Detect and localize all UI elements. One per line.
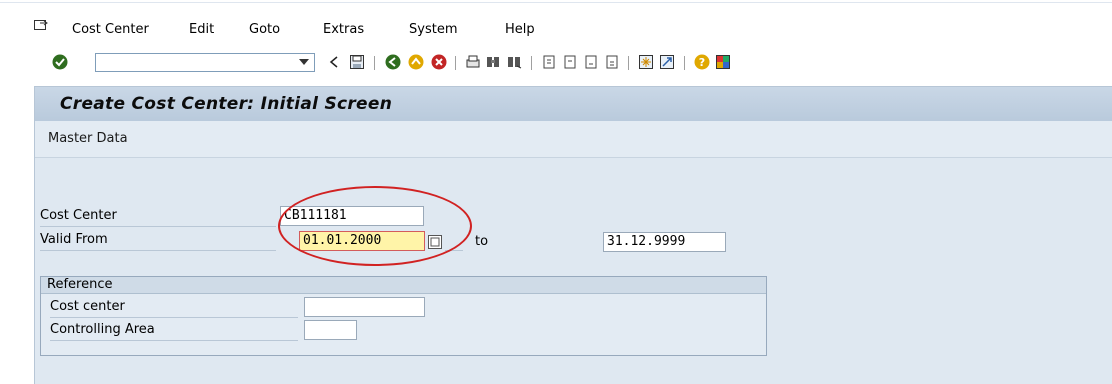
toolbar-divider	[531, 56, 532, 70]
find-next-icon[interactable]	[506, 54, 522, 70]
master-data-button[interactable]: Master Data	[48, 131, 128, 146]
menu-cost-center-label: Cost Center	[72, 22, 149, 37]
toolbar-divider	[684, 56, 685, 70]
menu-goto-label: Goto	[249, 22, 281, 37]
ref-cost-center-label: Cost center	[50, 299, 125, 314]
application-toolbar: Master Data	[35, 121, 1112, 158]
shortcut-icon[interactable]	[659, 54, 675, 70]
menu-edit-label: Edit	[189, 22, 215, 37]
menu-extras-label: Extras	[323, 22, 365, 37]
controlling-area-input[interactable]	[304, 320, 357, 340]
standard-toolbar: ?	[34, 46, 1112, 78]
command-field[interactable]	[95, 53, 315, 72]
chevron-down-icon[interactable]	[299, 59, 309, 65]
menu-cost-center[interactable]: Cost Center	[72, 22, 149, 37]
valid-from-input[interactable]: 01.01.2000	[299, 231, 425, 251]
toolbar-divider	[628, 56, 629, 70]
title-bar: Create Cost Center: Initial Screen	[35, 87, 1112, 121]
screen-area: Create Cost Center: Initial Screen Maste…	[34, 86, 1112, 384]
row-underline	[40, 226, 276, 227]
page-title: Create Cost Center: Initial Screen	[60, 94, 393, 114]
menu-extras[interactable]: Extras	[323, 22, 364, 37]
previous-page-icon[interactable]	[562, 54, 578, 70]
find-icon[interactable]	[485, 54, 501, 70]
reference-group-header: Reference	[41, 277, 766, 294]
ref-cost-center-input[interactable]	[304, 297, 425, 317]
menu-goto[interactable]: Goto	[249, 22, 280, 37]
menu-system[interactable]: System	[409, 22, 457, 37]
menu-bar: Cost Center Edit Goto Extras System Help	[0, 0, 1112, 44]
print-icon[interactable]	[465, 54, 481, 70]
exit-icon[interactable]	[34, 20, 48, 32]
valid-to-input[interactable]: 31.12.9999	[603, 232, 726, 252]
row-underline	[50, 340, 298, 341]
row-underline	[445, 250, 463, 251]
menu-system-label: System	[409, 22, 458, 37]
command-input[interactable]	[96, 54, 292, 71]
toolbar-divider	[374, 56, 375, 70]
exit-icon[interactable]	[408, 54, 424, 70]
cost-center-label: Cost Center	[40, 208, 117, 223]
svg-text:?: ?	[699, 56, 705, 69]
row-underline	[50, 317, 298, 318]
top-divider	[0, 2, 1112, 3]
valid-from-label: Valid From	[40, 232, 108, 247]
cost-center-input[interactable]: CB111181	[280, 206, 424, 226]
save-icon[interactable]	[349, 54, 365, 70]
controlling-area-label: Controlling Area	[50, 322, 155, 337]
row-underline	[40, 250, 276, 251]
menu-edit[interactable]: Edit	[189, 22, 214, 37]
layout-menu-icon[interactable]	[715, 54, 731, 70]
menu-help-label: Help	[505, 22, 535, 37]
reference-group: Reference Cost center Controlling Area	[40, 276, 767, 356]
cancel-icon[interactable]	[431, 54, 447, 70]
menu-help[interactable]: Help	[505, 22, 535, 37]
reference-title: Reference	[47, 277, 113, 292]
toolbar-divider	[455, 56, 456, 70]
to-label: to	[475, 234, 489, 249]
back-icon[interactable]	[385, 54, 401, 70]
help-icon[interactable]: ?	[694, 54, 710, 70]
last-page-icon[interactable]	[604, 54, 620, 70]
calendar-icon[interactable]	[428, 235, 442, 249]
first-page-icon[interactable]	[541, 54, 557, 70]
create-session-icon[interactable]	[638, 54, 654, 70]
next-page-icon[interactable]	[583, 54, 599, 70]
back-arrow-icon[interactable]	[326, 54, 342, 70]
enter-icon[interactable]	[52, 54, 68, 70]
